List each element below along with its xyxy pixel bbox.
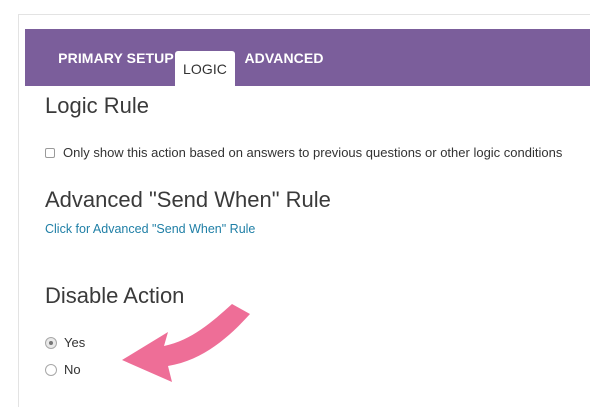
send-when-link[interactable]: Click for Advanced "Send When" Rule [45, 222, 255, 236]
disable-action-no-row[interactable]: No [45, 362, 81, 377]
screenshot-canvas: PRIMARY SETUP LOGIC ADVANCED Logic Rule … [0, 0, 590, 407]
logic-rule-title: Logic Rule [45, 93, 149, 118]
disable-action-yes-radio[interactable] [45, 336, 57, 349]
tab-primary-setup[interactable]: PRIMARY SETUP [45, 29, 187, 86]
logic-conditions-label: Only show this action based on answers t… [63, 145, 563, 160]
arrow-annotation-shape [122, 304, 250, 382]
tab-bar: PRIMARY SETUP LOGIC ADVANCED [25, 29, 590, 86]
disable-action-no-label: No [64, 362, 81, 377]
send-when-title: Advanced "Send When" Rule [45, 187, 331, 212]
disable-action-yes-row[interactable]: Yes [45, 335, 85, 350]
disable-action-yes-label: Yes [64, 335, 86, 350]
tab-logic[interactable]: LOGIC [175, 51, 235, 86]
action-settings-panel: PRIMARY SETUP LOGIC ADVANCED Logic Rule … [18, 14, 590, 407]
logic-conditions-checkbox[interactable] [45, 147, 55, 158]
arrow-annotation-icon [122, 304, 250, 382]
disable-action-no-radio[interactable] [45, 363, 57, 376]
logic-conditions-row[interactable]: Only show this action based on answers t… [45, 145, 562, 160]
tab-advanced[interactable]: ADVANCED [241, 29, 327, 86]
